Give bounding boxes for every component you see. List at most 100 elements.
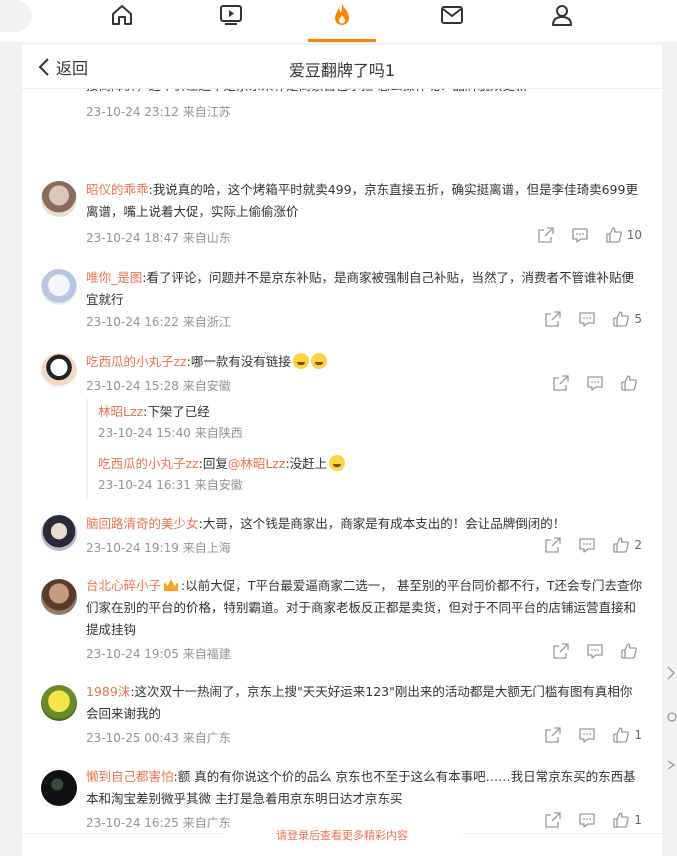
avatar[interactable] (41, 269, 77, 305)
comment-list: 接商降价，这个价差还不是京东来补是商家自己承担 怎么操作呢？品牌貌双更新 23-… (22, 89, 662, 829)
avatar[interactable] (41, 770, 77, 806)
comment-time: 23-10-25 00:43 (86, 731, 179, 745)
comment-text: 台北心碎小子:以前大促，T平台最爱逼商家二选一， 甚至别的平台同价都不行，T还会… (86, 575, 642, 641)
like-button[interactable]: 5 (613, 311, 642, 327)
comment-username[interactable]: 吃西瓜的小丸子zz (86, 354, 187, 369)
comment-username[interactable]: 台北心碎小子 (86, 578, 161, 593)
user-icon[interactable] (544, 0, 580, 30)
like-button[interactable]: 2 (613, 537, 642, 553)
thumbs-up-icon (606, 227, 622, 243)
laugh-cry-emoji-icon (292, 353, 309, 369)
comment-text-fragment: 接商降价，这个价差还不是京东来补是商家自己承担 怎么操作呢？品牌貌双更新 (86, 89, 642, 97)
thumbs-up-icon (613, 727, 630, 743)
comment-time: 23-10-24 16:22 (86, 315, 179, 329)
reply-item: 林昭Lzz:下架了已经 23-10-24 15:40 来自陕西 (98, 401, 243, 441)
laugh-cry-emoji-icon (310, 353, 327, 369)
comment-meta: 23-10-24 15:28 来自安徽 (86, 377, 231, 394)
fire-icon[interactable] (324, 0, 360, 30)
reply-username[interactable]: 林昭Lzz (98, 404, 143, 419)
comment-actions (535, 375, 642, 391)
like-count: 2 (634, 538, 642, 552)
page-title: 爱豆翻牌了吗1 (288, 61, 396, 80)
comment-username[interactable]: 唯你_是图 (86, 270, 142, 285)
reply-text: 林昭Lzz:下架了已经 (98, 401, 243, 423)
home-icon[interactable] (104, 0, 140, 30)
comment-meta: 23-10-24 23:12 来自江苏 (86, 103, 231, 120)
reply-meta: 23-10-24 16:31 来自安徽 (98, 476, 345, 493)
share-icon[interactable] (545, 727, 562, 743)
share-icon[interactable] (545, 311, 562, 327)
comment-time: 23-10-24 19:05 (86, 647, 179, 661)
comment-icon[interactable] (587, 643, 603, 659)
share-icon[interactable] (545, 812, 562, 828)
reply-thread: 林昭Lzz:下架了已经 23-10-24 15:40 来自陕西 吃西瓜的小丸子z… (86, 399, 642, 499)
like-button[interactable]: 1 (613, 727, 642, 743)
like-count: 1 (634, 728, 642, 742)
reply-username[interactable]: 吃西瓜的小丸子zz (98, 456, 199, 471)
comment-text: 唯你_是图:看了评论，问题并不是京东补贴，是商家被强制自己补贴，当然了，消费者不… (86, 267, 642, 311)
comment-body: :看了评论，问题并不是京东补贴，是商家被强制自己补贴，当然了，消费者不管谁补贴便… (86, 270, 634, 307)
crown-badge-icon (164, 579, 179, 591)
comment-meta: 23-10-24 16:22 来自浙江 (86, 313, 231, 330)
comment-text: 昭仪的乖乖:我说真的哈，这个烤箱平时就卖499，京东直接五折，确实挺离谱，但是李… (86, 179, 642, 223)
comment-text: 吃西瓜的小丸子zz:哪一款有没有链接 (86, 351, 642, 373)
thumbs-up-icon (621, 375, 637, 391)
like-count: 10 (626, 228, 642, 242)
comment-time: 23-10-24 15:28 (86, 379, 179, 393)
reply-body: :没赶上 (285, 456, 328, 471)
comment-text: 懒到自己都害怕:额 真的有你说这个价的品么 京东也不至于这么有本事吧……我日常京… (86, 766, 642, 810)
comment-actions: 1 (527, 727, 642, 743)
page-header: 返回 爱豆翻牌了吗1 (22, 45, 662, 89)
comment-icon[interactable] (587, 375, 603, 391)
comment-icon[interactable] (572, 227, 588, 243)
comment-card: 返回 爱豆翻牌了吗1 接商降价，这个价差还不是京东来补是商家自己承担 怎么操作呢… (22, 45, 662, 856)
reply-mention-link[interactable]: @林昭Lzz (228, 456, 286, 471)
mail-icon[interactable] (434, 0, 470, 30)
comment-time: 23-10-24 23:12 (86, 105, 179, 119)
share-icon[interactable] (538, 227, 554, 243)
comment-icon[interactable] (579, 537, 596, 553)
reply-location: 来自安徽 (194, 478, 243, 492)
avatar[interactable] (41, 181, 77, 217)
comment-actions: 2 (527, 537, 642, 553)
comment-username[interactable]: 昭仪的乖乖 (86, 182, 149, 197)
thumbs-up-icon (613, 812, 630, 828)
share-icon[interactable] (553, 375, 569, 391)
comment-username[interactable]: 懒到自己都害怕 (86, 769, 174, 784)
side-float-icons (662, 665, 677, 779)
thumbs-up-icon (613, 311, 630, 327)
comment-actions (535, 643, 642, 659)
comment-meta: 23-10-24 19:19 来自上海 (86, 539, 231, 556)
comment-text: 1989沫:这次双十一热闹了，京东上搜"天天好运来123"刚出来的活动都是大额无… (86, 681, 642, 725)
comment-username[interactable]: 1989沫 (86, 684, 130, 699)
like-button[interactable]: 10 (606, 227, 642, 243)
login-prompt-link[interactable]: 请登录后查看更多精彩内容 (22, 827, 662, 843)
avatar[interactable] (41, 353, 77, 389)
avatar[interactable] (41, 685, 77, 721)
reply-time: 23-10-24 16:31 (98, 478, 191, 492)
comment-icon[interactable] (579, 727, 596, 743)
like-button[interactable] (621, 643, 642, 659)
comment-icon[interactable] (579, 311, 596, 327)
comment-location: 来自福建 (182, 647, 231, 661)
comment-actions: 1 (527, 812, 642, 828)
like-button[interactable]: 1 (613, 812, 642, 828)
like-button[interactable] (621, 375, 642, 391)
share-icon[interactable] (553, 643, 569, 659)
avatar[interactable] (41, 579, 77, 615)
reply-location: 来自陕西 (194, 426, 243, 440)
top-nav (0, 0, 677, 42)
comment-location: 来自江苏 (182, 105, 231, 119)
avatar[interactable] (41, 515, 77, 551)
laugh-cry-emoji-icon (329, 455, 346, 471)
nav-left-pill (0, 0, 32, 32)
comment-location: 来自安徽 (182, 379, 231, 393)
comment-meta: 23-10-24 19:05 来自福建 (86, 645, 231, 662)
comment-meta: 23-10-25 00:43 来自广东 (86, 729, 231, 746)
comment-icon[interactable] (579, 812, 596, 828)
share-icon[interactable] (545, 537, 562, 553)
thumbs-up-icon (613, 537, 630, 553)
video-icon[interactable] (213, 0, 249, 30)
like-count: 1 (634, 813, 642, 827)
comment-username[interactable]: 脑回路清奇的美少女 (86, 516, 199, 531)
